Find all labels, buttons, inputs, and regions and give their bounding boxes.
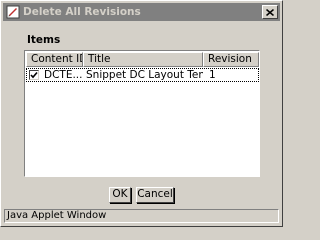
ok-button[interactable]: OK (109, 187, 131, 203)
window-title: Delete All Revisions (23, 6, 141, 18)
cell-content-id: DCTE... (27, 69, 83, 81)
check-icon (30, 71, 38, 79)
column-header-revision[interactable]: Revision (203, 52, 259, 67)
column-header-content-id[interactable]: Content ID (26, 52, 83, 67)
row-checkbox[interactable] (29, 70, 39, 80)
applet-icon (6, 5, 20, 19)
content-id-value: DCTE... (44, 69, 83, 81)
close-button[interactable] (262, 5, 278, 19)
items-table[interactable]: Content ID Title Revision DCTE... Snippe… (24, 50, 260, 177)
dialog-window: Delete All Revisions Items Content ID Ti… (0, 0, 283, 227)
cell-revision: 1 (209, 69, 216, 81)
status-bar: Java Applet Window (4, 209, 279, 223)
close-icon (266, 8, 274, 16)
table-header: Content ID Title Revision (26, 52, 259, 67)
cell-title: Snippet DC Layout Templ... (86, 69, 203, 81)
column-header-title[interactable]: Title (83, 52, 203, 67)
table-row[interactable]: DCTE... Snippet DC Layout Templ... 1 (26, 68, 259, 82)
title-bar[interactable]: Delete All Revisions (3, 3, 280, 21)
items-label: Items (27, 34, 61, 46)
cancel-button[interactable]: Cancel (136, 187, 174, 203)
